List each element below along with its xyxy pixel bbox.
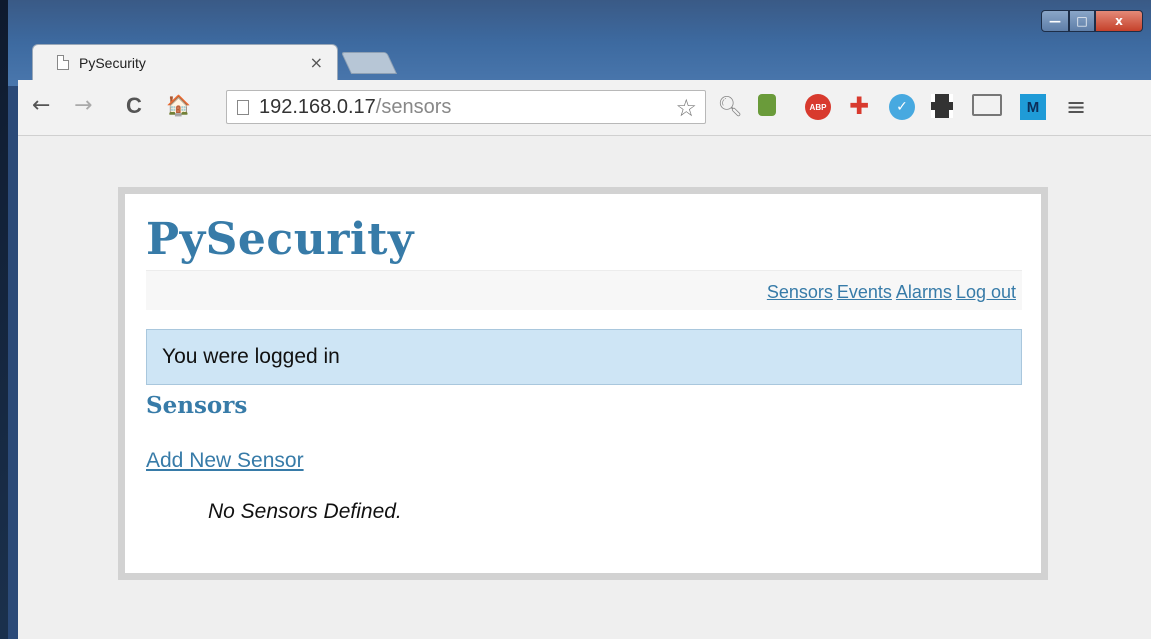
nav-bar: Sensors Events Alarms Log out (146, 270, 1022, 310)
tab-title: PySecurity (79, 54, 146, 71)
title-bar: — □ x PySecurity × (8, 0, 1151, 86)
browser-tab[interactable]: PySecurity × (32, 44, 338, 80)
address-bar[interactable]: 192.168.0.17/sensors ☆ (226, 90, 706, 124)
page-icon (57, 55, 69, 70)
site-title: PySecurity (146, 214, 414, 265)
browser-window: — □ x PySecurity × ← → C 🏠 192.168.0.17/… (8, 0, 1151, 639)
adblock-icon[interactable]: ABP (805, 94, 831, 120)
bookmark-star-icon[interactable]: ☆ (675, 94, 697, 122)
menu-icon[interactable]: ≡ (1066, 93, 1086, 121)
new-tab-button[interactable] (340, 52, 398, 74)
section-title: Sensors (146, 392, 248, 419)
home-icon[interactable]: 🏠 (166, 93, 191, 117)
search-icon[interactable]: 🔍︎ (717, 94, 742, 118)
nav-link-alarms[interactable]: Alarms (896, 282, 952, 302)
page-container: PySecurity Sensors Events Alarms Log out Yo… (118, 187, 1048, 580)
browser-toolbar: ← → C 🏠 192.168.0.17/sensors ☆ 🔍︎ ABP ✚ … (18, 80, 1151, 136)
url-path: /sensors (375, 95, 452, 118)
empty-message: No Sensors Defined. (208, 500, 402, 523)
back-icon[interactable]: ← (32, 93, 50, 118)
close-button[interactable]: x (1095, 10, 1143, 32)
nav-link-events[interactable]: Events (837, 282, 892, 302)
reload-icon[interactable]: C (126, 93, 142, 119)
page-icon (237, 99, 249, 115)
film-icon[interactable] (931, 94, 953, 118)
flash-message: You were logged in (146, 329, 1022, 385)
plus-icon[interactable]: ✚ (847, 92, 871, 120)
page-viewport: PySecurity Sensors Events Alarms Log out Yo… (18, 136, 1151, 639)
m-icon[interactable]: M (1020, 94, 1046, 120)
url-host: 192.168.0.17 (259, 95, 376, 118)
add-sensor-link[interactable]: Add New Sensor (146, 449, 304, 473)
maximize-button[interactable]: □ (1069, 10, 1095, 32)
v-icon[interactable]: ✓ (889, 94, 915, 120)
minimize-button[interactable]: — (1041, 10, 1069, 32)
forward-icon[interactable]: → (74, 93, 92, 118)
nav-link-sensors[interactable]: Sensors (767, 282, 833, 302)
window-controls: — □ x (1041, 10, 1143, 32)
nav-link-logout[interactable]: Log out (956, 282, 1016, 302)
nav-links: Sensors Events Alarms Log out (763, 282, 1016, 303)
tab-close-icon[interactable]: × (310, 53, 323, 72)
evernote-icon[interactable] (758, 94, 776, 116)
cast-icon[interactable] (972, 94, 1002, 116)
